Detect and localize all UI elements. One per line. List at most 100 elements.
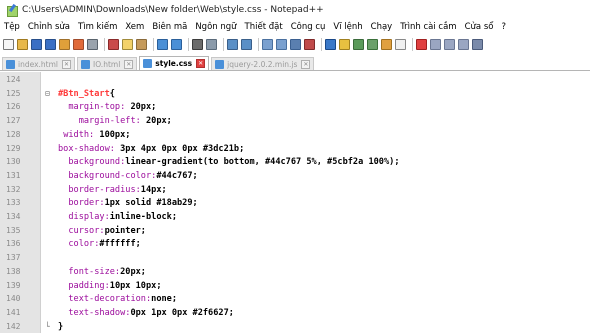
doc-map-icon[interactable] [353,38,364,50]
stop-record-icon[interactable] [430,38,441,50]
menu-item[interactable]: Thiết đặt [241,22,287,32]
menu-bar: Tệp Chỉnh sửa Tìm kiếm Xem Biên mã Ngôn ngữ Th… [0,20,590,34]
folder-workspace-icon[interactable] [381,38,392,50]
css-property: text-shadow: [68,307,131,318]
word-wrap-icon[interactable] [290,38,301,50]
menu-item[interactable]: Chạy [367,22,397,32]
css-value: 1px solid #18ab29; [104,198,198,209]
line-number: 125 [6,88,21,98]
css-property: margin-left: [78,116,146,127]
css-value: 20px; [130,102,157,113]
tab-io-html[interactable]: IO.html ✕ [77,57,138,70]
zoom-out-icon[interactable] [241,38,252,50]
tab-style-css[interactable]: style.css ✕ [139,56,210,70]
find-icon[interactable] [192,38,203,50]
close-tab-icon[interactable]: ✕ [124,59,134,69]
line-number: 140 [6,294,21,304]
css-value: 10px 10px; [109,280,162,291]
tab-label: style.css [155,59,193,68]
function-list-icon[interactable] [367,38,378,50]
open-file-icon[interactable] [17,38,28,50]
code-line: 132 border-radius:14px; [0,184,590,196]
code-text: margin-left: 20px; [58,115,172,127]
save-macro-icon[interactable] [472,38,483,50]
zoom-in-icon[interactable] [227,38,238,50]
css-property: margin-top: [68,102,131,113]
copy-icon[interactable] [122,38,133,50]
playback-icon[interactable] [444,38,455,50]
paste-icon[interactable] [136,38,147,50]
code-text: color:#ffffff; [58,238,140,250]
tab-jquery-2-0-2-min-js[interactable]: jquery-2.0.2.min.js ✕ [211,57,315,70]
css-property: cursor: [68,225,105,236]
sync-horizontal-icon[interactable] [276,38,287,50]
new-file-icon[interactable] [3,38,14,50]
line-number: 137 [6,253,21,263]
menu-item[interactable]: Tìm kiếm [74,22,121,32]
window-title: C:\Users\ADMIN\Downloads\New folder\Web\… [22,5,324,15]
menu-item[interactable]: Cửa sổ [461,22,498,32]
tab-label: jquery-2.0.2.min.js [227,59,298,69]
file-icon [143,59,153,68]
fold-collapse-icon[interactable]: ⊟ [45,88,50,100]
code-line: 133 border:1px solid #18ab29; [0,197,590,209]
code-line: 135 cursor:pointer; [0,225,590,237]
toolbar-separator [258,37,259,51]
line-number: 135 [6,225,21,235]
replace-icon[interactable] [206,38,217,50]
code-line: 134 display:inline-block; [0,211,590,223]
css-property: width: [63,129,100,140]
close-tab-icon[interactable]: ✕ [62,59,71,69]
tab-index-html[interactable]: index.html ✕ [2,57,75,70]
monitor-icon[interactable] [395,38,406,50]
line-number: 126 [6,102,21,112]
css-value: 20px; [145,116,172,127]
close-tab-icon[interactable]: ✕ [196,59,206,68]
menu-item[interactable]: Chỉnh sửa [24,22,74,32]
show-all-chars-icon[interactable] [304,38,315,50]
code-editor[interactable]: 124 125 ⊟ #Btn_Start{126 margin-top: 20px; 1… [0,72,590,333]
code-text: background:linear-gradient(to bottom, #4… [58,156,399,168]
indent-guide-icon[interactable] [325,38,336,50]
css-property: border-radius: [68,184,141,195]
code-text: border:1px solid #18ab29; [58,197,198,209]
redo-icon[interactable] [171,38,182,50]
close-icon[interactable] [59,38,70,50]
lang-define-icon[interactable] [339,38,350,50]
code-text: text-decoration:none; [58,293,177,305]
run-macro-multiple-icon[interactable] [458,38,469,50]
save-icon[interactable] [31,38,42,50]
menu-item[interactable]: Vĩ lệnh [329,22,366,32]
record-macro-icon[interactable] [416,38,427,50]
close-all-icon[interactable] [73,38,84,50]
sync-vertical-icon[interactable] [262,38,273,50]
close-tab-icon[interactable]: ✕ [301,59,311,69]
code-line: 138 font-size:20px; [0,266,590,278]
css-property: color: [68,239,100,250]
save-all-icon[interactable] [45,38,56,50]
code-line: 142 └} [0,321,590,333]
undo-icon[interactable] [157,38,168,50]
menu-item[interactable]: Xem [121,22,148,32]
menu-item[interactable]: Tệp [0,22,24,32]
line-number: 134 [6,212,21,221]
menu-item[interactable]: Biên mã [148,22,191,32]
cut-icon[interactable] [108,38,119,50]
toolbar-separator [412,37,413,51]
brace: } [58,321,64,332]
code-line: 139 padding:10px 10px; [0,280,590,292]
toolbar-separator [223,37,224,51]
print-icon[interactable] [87,38,98,50]
code-line: 125 ⊟ #Btn_Start{ [0,88,590,100]
menu-item[interactable]: ? [497,22,510,32]
menu-item[interactable]: Ngôn ngữ [191,22,240,32]
file-icon [6,59,15,69]
code-line: 128 width: 100px; [0,129,590,141]
code-text: margin-top: 20px; [58,101,156,113]
menu-item[interactable]: Công cụ [287,22,330,32]
menu-item[interactable]: Trình cài cắm [396,22,460,32]
